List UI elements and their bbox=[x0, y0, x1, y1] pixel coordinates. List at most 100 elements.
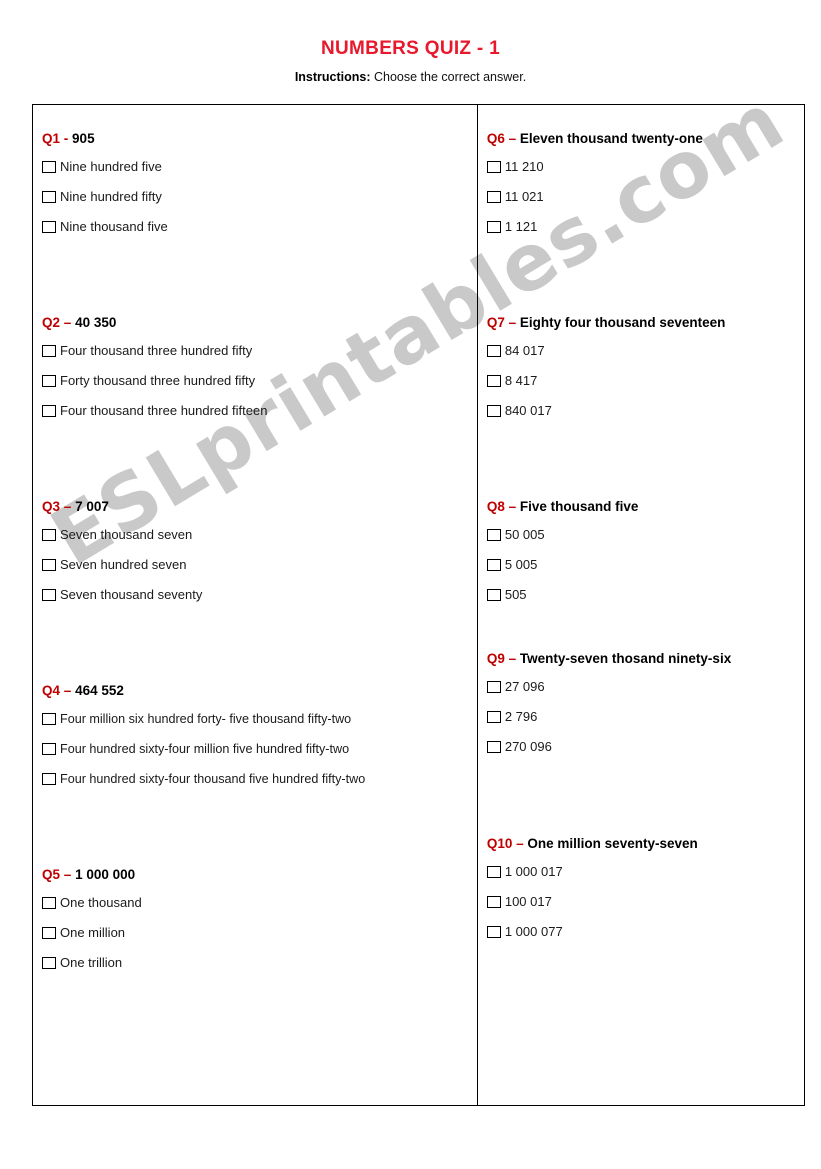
checkbox-icon[interactable] bbox=[42, 712, 56, 725]
checkbox-icon[interactable] bbox=[486, 558, 501, 571]
checkbox-icon[interactable] bbox=[486, 160, 501, 173]
option-row[interactable]: 1 121 bbox=[486, 216, 804, 238]
option-label: Seven hundred seven bbox=[60, 557, 187, 573]
question-block-q5: Q5 – 1 000 000 One thousand One million … bbox=[33, 867, 477, 974]
question-dash-q9: – bbox=[508, 651, 517, 666]
option-label: Nine thousand five bbox=[60, 219, 168, 235]
option-row[interactable]: 270 096 bbox=[486, 736, 804, 758]
question-block-q3: Q3 – 7 007 Seven thousand seven Seven hu… bbox=[33, 499, 477, 606]
checkbox-icon[interactable] bbox=[42, 190, 56, 203]
question-block-q8: Q8 – Five thousand five 50 005 5 005 505 bbox=[478, 499, 804, 606]
options-list-q3: Seven thousand seven Seven hundred seven… bbox=[42, 524, 477, 606]
option-row[interactable]: Four hundred sixty-four million five hun… bbox=[42, 738, 477, 760]
question-heading-q6: Q6 – Eleven thousand twenty-one bbox=[487, 131, 804, 147]
option-row[interactable]: 5 005 bbox=[486, 554, 804, 576]
option-label: 1 000 017 bbox=[504, 864, 563, 880]
option-label: Seven thousand seven bbox=[60, 527, 193, 543]
checkbox-icon[interactable] bbox=[42, 220, 56, 233]
option-row[interactable]: 2 796 bbox=[486, 706, 804, 728]
question-dash-q10: – bbox=[516, 836, 524, 851]
option-row[interactable]: 27 096 bbox=[486, 676, 804, 698]
options-list-q1: Nine hundred five Nine hundred fifty Nin… bbox=[42, 156, 477, 238]
option-row[interactable]: 100 017 bbox=[486, 891, 804, 913]
option-row[interactable]: Four hundred sixty-four thousand five hu… bbox=[42, 768, 477, 790]
checkbox-icon[interactable] bbox=[486, 190, 501, 203]
checkbox-icon[interactable] bbox=[486, 710, 501, 723]
checkbox-icon[interactable] bbox=[486, 220, 501, 233]
option-row[interactable]: 11 210 bbox=[486, 156, 804, 178]
option-row[interactable]: One thousand bbox=[42, 892, 477, 914]
option-row[interactable]: Forty thousand three hundred fifty bbox=[42, 370, 477, 392]
option-row[interactable]: Nine thousand five bbox=[42, 216, 477, 238]
checkbox-icon[interactable] bbox=[42, 742, 56, 755]
option-label: Four hundred sixty-four thousand five hu… bbox=[60, 771, 366, 786]
option-row[interactable]: Four thousand three hundred fifty bbox=[42, 340, 477, 362]
option-row[interactable]: 8 417 bbox=[486, 370, 804, 392]
question-heading-q3: Q3 – 7 007 bbox=[42, 499, 477, 515]
option-label: Four million six hundred forty- five tho… bbox=[60, 711, 352, 726]
question-heading-q9: Q9 – Twenty-seven thosand ninety-six bbox=[487, 651, 804, 667]
options-list-q5: One thousand One million One trillion bbox=[42, 892, 477, 974]
checkbox-icon[interactable] bbox=[486, 865, 501, 878]
option-row[interactable]: 11 021 bbox=[486, 186, 804, 208]
option-label: 840 017 bbox=[504, 403, 552, 419]
question-id-q5: Q5 bbox=[42, 867, 61, 882]
option-row[interactable]: 84 017 bbox=[486, 340, 804, 362]
option-row[interactable]: Nine hundred fifty bbox=[42, 186, 477, 208]
option-row[interactable]: 1 000 017 bbox=[486, 861, 804, 883]
checkbox-icon[interactable] bbox=[42, 160, 56, 173]
option-label: Four thousand three hundred fifteen bbox=[60, 403, 268, 419]
option-row[interactable]: 1 000 077 bbox=[486, 921, 804, 943]
checkbox-icon[interactable] bbox=[42, 588, 56, 601]
checkbox-icon[interactable] bbox=[486, 528, 501, 541]
checkbox-icon[interactable] bbox=[42, 528, 56, 541]
question-dash-q2: – bbox=[63, 315, 72, 330]
option-row[interactable]: 840 017 bbox=[486, 400, 804, 422]
checkbox-icon[interactable] bbox=[486, 740, 501, 753]
question-heading-q8: Q8 – Five thousand five bbox=[487, 499, 804, 515]
option-row[interactable]: Nine hundred five bbox=[42, 156, 477, 178]
question-heading-q5: Q5 – 1 000 000 bbox=[42, 867, 477, 883]
checkbox-icon[interactable] bbox=[486, 925, 501, 938]
question-value-q5: 1 000 000 bbox=[75, 867, 136, 882]
checkbox-icon[interactable] bbox=[486, 374, 501, 387]
option-label: Four hundred sixty-four million five hun… bbox=[60, 741, 350, 756]
checkbox-icon[interactable] bbox=[486, 588, 501, 601]
checkbox-icon[interactable] bbox=[486, 895, 501, 908]
question-value-q8: Five thousand five bbox=[519, 499, 639, 514]
checkbox-icon[interactable] bbox=[42, 926, 56, 939]
option-row[interactable]: Seven thousand seventy bbox=[42, 584, 477, 606]
checkbox-icon[interactable] bbox=[42, 374, 56, 387]
question-block-q6: Q6 – Eleven thousand twenty-one 11 210 1… bbox=[478, 131, 804, 238]
option-row[interactable]: One trillion bbox=[42, 952, 477, 974]
question-heading-q2: Q2 – 40 350 bbox=[42, 315, 477, 331]
option-row[interactable]: 505 bbox=[486, 584, 804, 606]
option-label: 1 121 bbox=[504, 219, 538, 235]
options-list-q7: 84 017 8 417 840 017 bbox=[486, 340, 804, 422]
option-label: 84 017 bbox=[504, 343, 545, 359]
question-block-q9: Q9 – Twenty-seven thosand ninety-six 27 … bbox=[478, 651, 804, 758]
question-id-q2: Q2 bbox=[42, 315, 61, 330]
option-label: Nine hundred fifty bbox=[60, 189, 162, 205]
checkbox-icon[interactable] bbox=[486, 680, 501, 693]
checkbox-icon[interactable] bbox=[42, 344, 56, 357]
question-value-q3: 7 007 bbox=[75, 499, 109, 514]
option-row[interactable]: Seven hundred seven bbox=[42, 554, 477, 576]
question-value-q4: 464 552 bbox=[75, 683, 124, 698]
question-dash-q3: – bbox=[63, 499, 72, 514]
option-row[interactable]: 50 005 bbox=[486, 524, 804, 546]
checkbox-icon[interactable] bbox=[42, 896, 56, 909]
option-label: 11 210 bbox=[504, 159, 544, 175]
checkbox-icon[interactable] bbox=[486, 344, 501, 357]
question-value-q7: Eighty four thousand seventeen bbox=[519, 315, 726, 330]
checkbox-icon[interactable] bbox=[42, 404, 56, 417]
checkbox-icon[interactable] bbox=[42, 772, 56, 785]
question-value-q9: Twenty-seven thosand ninety-six bbox=[519, 651, 732, 666]
option-row[interactable]: Seven thousand seven bbox=[42, 524, 477, 546]
option-row[interactable]: Four million six hundred forty- five tho… bbox=[42, 708, 477, 730]
checkbox-icon[interactable] bbox=[42, 558, 56, 571]
checkbox-icon[interactable] bbox=[42, 956, 56, 969]
option-row[interactable]: Four thousand three hundred fifteen bbox=[42, 400, 477, 422]
checkbox-icon[interactable] bbox=[486, 404, 501, 417]
option-row[interactable]: One million bbox=[42, 922, 477, 944]
